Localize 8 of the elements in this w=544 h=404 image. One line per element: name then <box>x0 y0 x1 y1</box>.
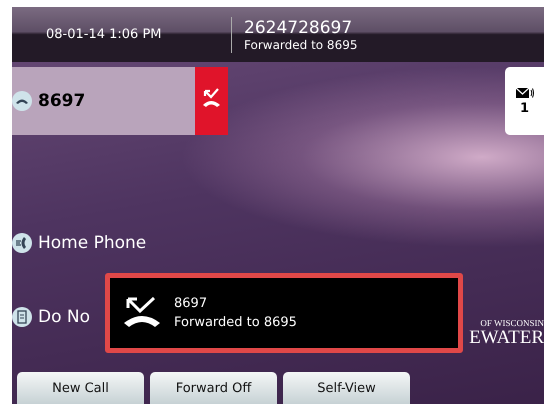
caller-number: 2624728697 <box>244 18 354 38</box>
caller-status: Forwarded to 8695 <box>244 38 358 52</box>
logo-text: EWATER <box>469 328 544 348</box>
date-time: 08-01-14 1:06 PM <box>46 27 163 42</box>
popup-message: Forwarded to 8695 <box>174 315 297 330</box>
popup-title: 8697 <box>174 296 208 311</box>
message-count: 1 <box>520 100 530 116</box>
logo-text: OF WISCONSIN <box>480 318 544 328</box>
